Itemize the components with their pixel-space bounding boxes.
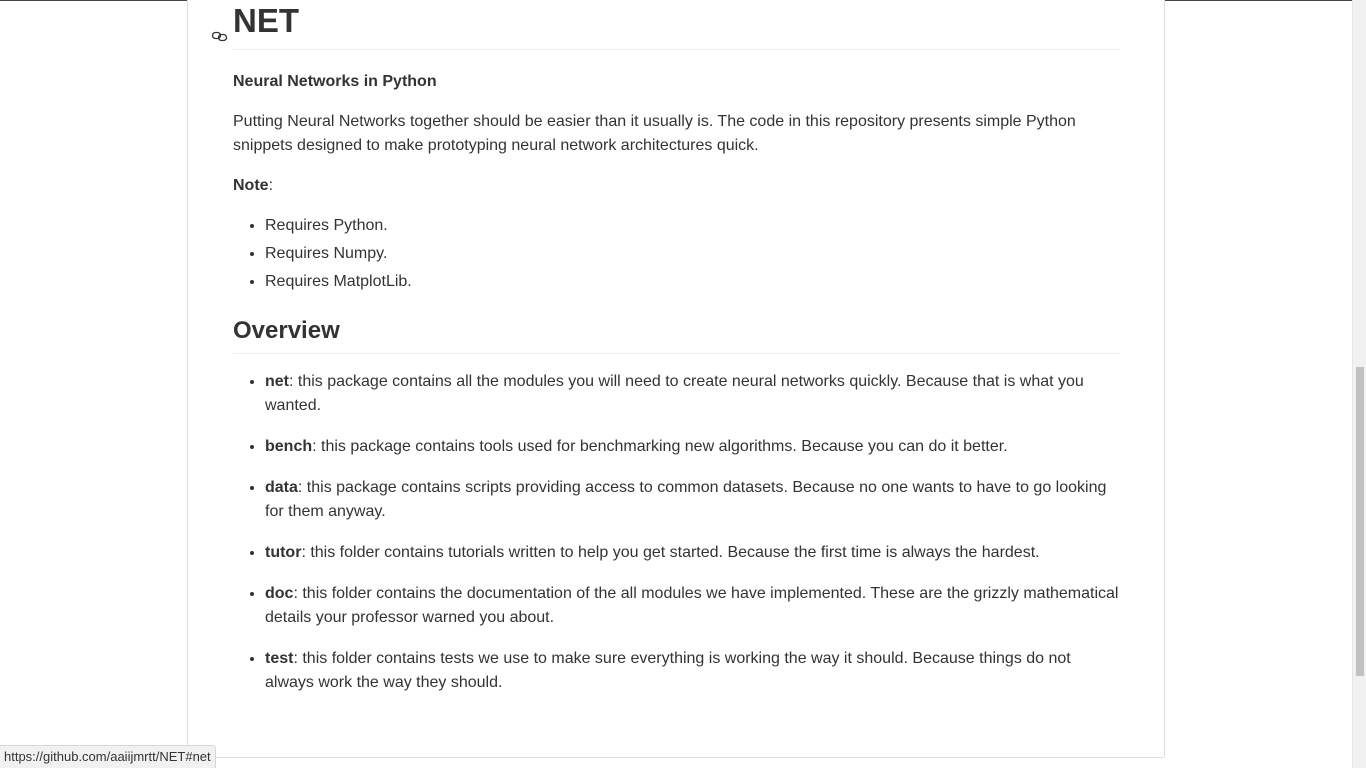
item-name: data xyxy=(265,479,298,496)
overview-list: net: this package contains all the modul… xyxy=(233,370,1120,695)
item-name: net xyxy=(265,373,289,390)
list-item: Requires Numpy. xyxy=(265,242,1120,266)
readme-subtitle: Neural Networks in Python xyxy=(233,73,437,90)
list-item: Requires Python. xyxy=(265,214,1120,238)
readme-article: NET Neural Networks in Python Putting Ne… xyxy=(211,0,1120,712)
item-name: tutor xyxy=(265,544,302,561)
list-item: bench: this package contains tools used … xyxy=(265,435,1120,459)
list-item: Requires MatplotLib. xyxy=(265,270,1120,294)
readme-container: NET Neural Networks in Python Putting Ne… xyxy=(187,0,1165,758)
scrollbar-thumb[interactable] xyxy=(1356,367,1364,676)
item-desc: : this package contains tools used for b… xyxy=(312,438,1008,455)
intro-paragraph: Putting Neural Networks together should … xyxy=(233,113,1076,154)
link-icon[interactable] xyxy=(211,12,229,42)
requirements-list: Requires Python. Requires Numpy. Require… xyxy=(233,214,1120,294)
vertical-scrollbar[interactable] xyxy=(1352,0,1366,768)
item-name: test xyxy=(265,650,294,667)
status-bar-url: https://github.com/aaiijmrtt/NET#net xyxy=(0,745,216,768)
list-item: test: this folder contains tests we use … xyxy=(265,647,1120,695)
browser-viewport: NET Neural Networks in Python Putting Ne… xyxy=(0,0,1366,768)
list-item: tutor: this folder contains tutorials wr… xyxy=(265,541,1120,565)
list-item: doc: this folder contains the documentat… xyxy=(265,582,1120,630)
item-desc: : this folder contains tests we use to m… xyxy=(265,650,1071,691)
note-colon: : xyxy=(268,177,274,194)
readme-title-heading: NET xyxy=(211,0,1120,50)
item-desc: : this package contains all the modules … xyxy=(265,373,1084,414)
list-item: net: this package contains all the modul… xyxy=(265,370,1120,418)
item-desc: : this package contains scripts providin… xyxy=(265,479,1107,520)
item-desc: : this folder contains the documentation… xyxy=(265,585,1119,626)
note-paragraph: Note: xyxy=(233,174,1120,198)
item-desc: : this folder contains tutorials written… xyxy=(301,544,1040,561)
item-name: doc xyxy=(265,585,294,602)
note-label: Note xyxy=(233,177,269,194)
overview-heading: Overview xyxy=(233,313,1120,354)
readme-title-text: NET xyxy=(233,2,299,39)
item-name: bench xyxy=(265,438,313,455)
list-item: data: this package contains scripts prov… xyxy=(265,476,1120,524)
